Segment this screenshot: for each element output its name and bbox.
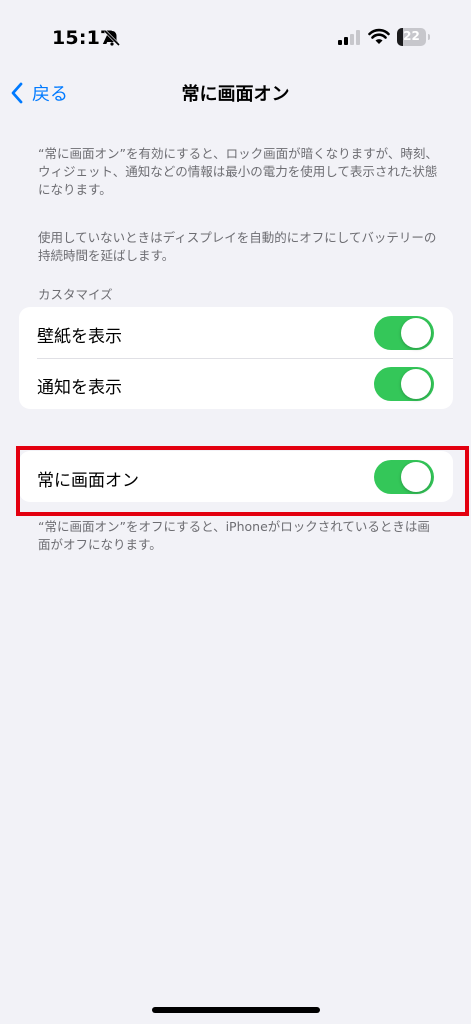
page-title: 常に画面オン [181,84,290,105]
always-on-group: 常に画面オン [19,451,453,502]
cellular-signal-icon [338,30,360,45]
always-on-label: 常に画面オン [37,471,139,491]
always-on-footer: “常に画面オン”をオフにすると、iPhoneがロックされているときは画面がオフに… [38,519,430,552]
auto-off-description: 使用していないときはディスプレイを自動的にオフにしてバッテリーの持続時間を延ばし… [38,230,437,263]
navigation-bar: 戻る 常に画面オン [0,70,471,114]
customize-section-header: カスタマイズ [38,287,113,302]
customize-group: 壁紙を表示 通知を表示 [19,307,453,409]
show-notifications-row: 通知を表示 [19,358,453,409]
battery-percentage: 22 [403,29,420,43]
always-on-toggle[interactable] [374,460,434,494]
show-wallpaper-label: 壁紙を表示 [37,327,122,347]
bell-slash-icon [103,29,121,47]
show-notifications-label: 通知を表示 [37,378,122,398]
show-wallpaper-row: 壁紙を表示 [19,307,453,359]
home-indicator [152,1007,320,1013]
battery-icon: 22 [397,28,431,46]
show-notifications-toggle[interactable] [374,367,434,401]
wifi-icon [368,28,390,44]
always-on-row: 常に画面オン [19,451,453,502]
show-wallpaper-toggle[interactable] [374,316,434,350]
status-bar: 15:17 22 [0,0,471,70]
always-on-description: “常に画面オン”を有効にすると、ロック画面が暗くなりますが、時刻、ウィジェット、… [38,146,438,197]
